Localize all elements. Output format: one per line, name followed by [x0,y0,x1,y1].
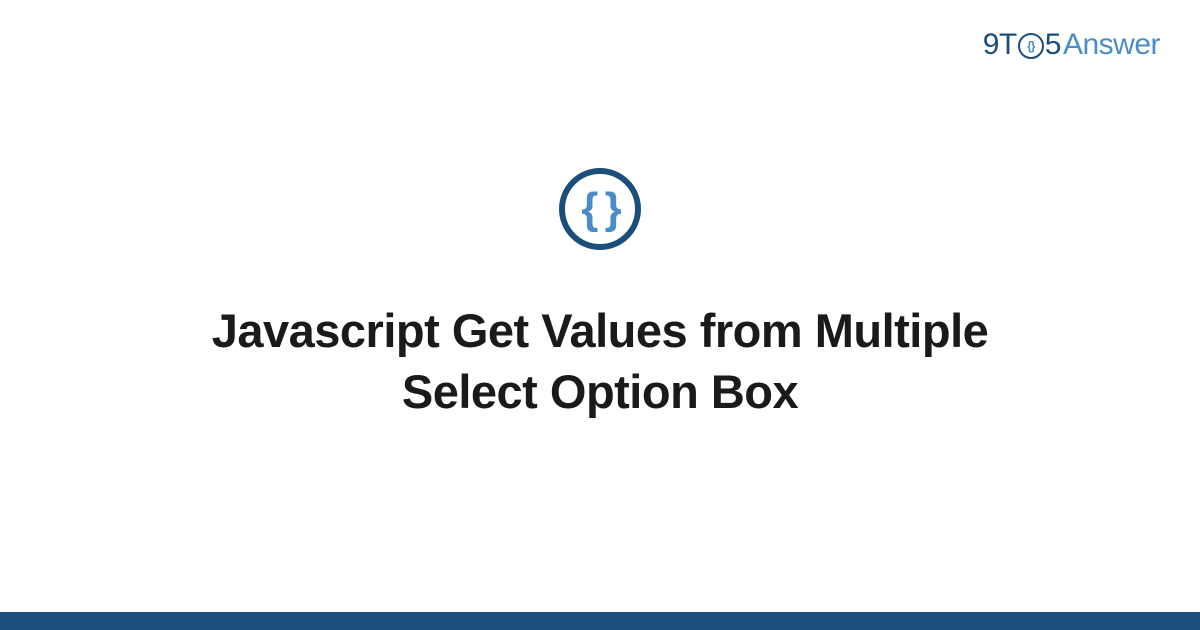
topic-icon-circle: { } [559,168,641,250]
page-title: Javascript Get Values from Multiple Sele… [150,300,1050,422]
braces-icon: { } [581,187,618,231]
footer-bar [0,612,1200,630]
main-content: { } Javascript Get Values from Multiple … [0,0,1200,630]
